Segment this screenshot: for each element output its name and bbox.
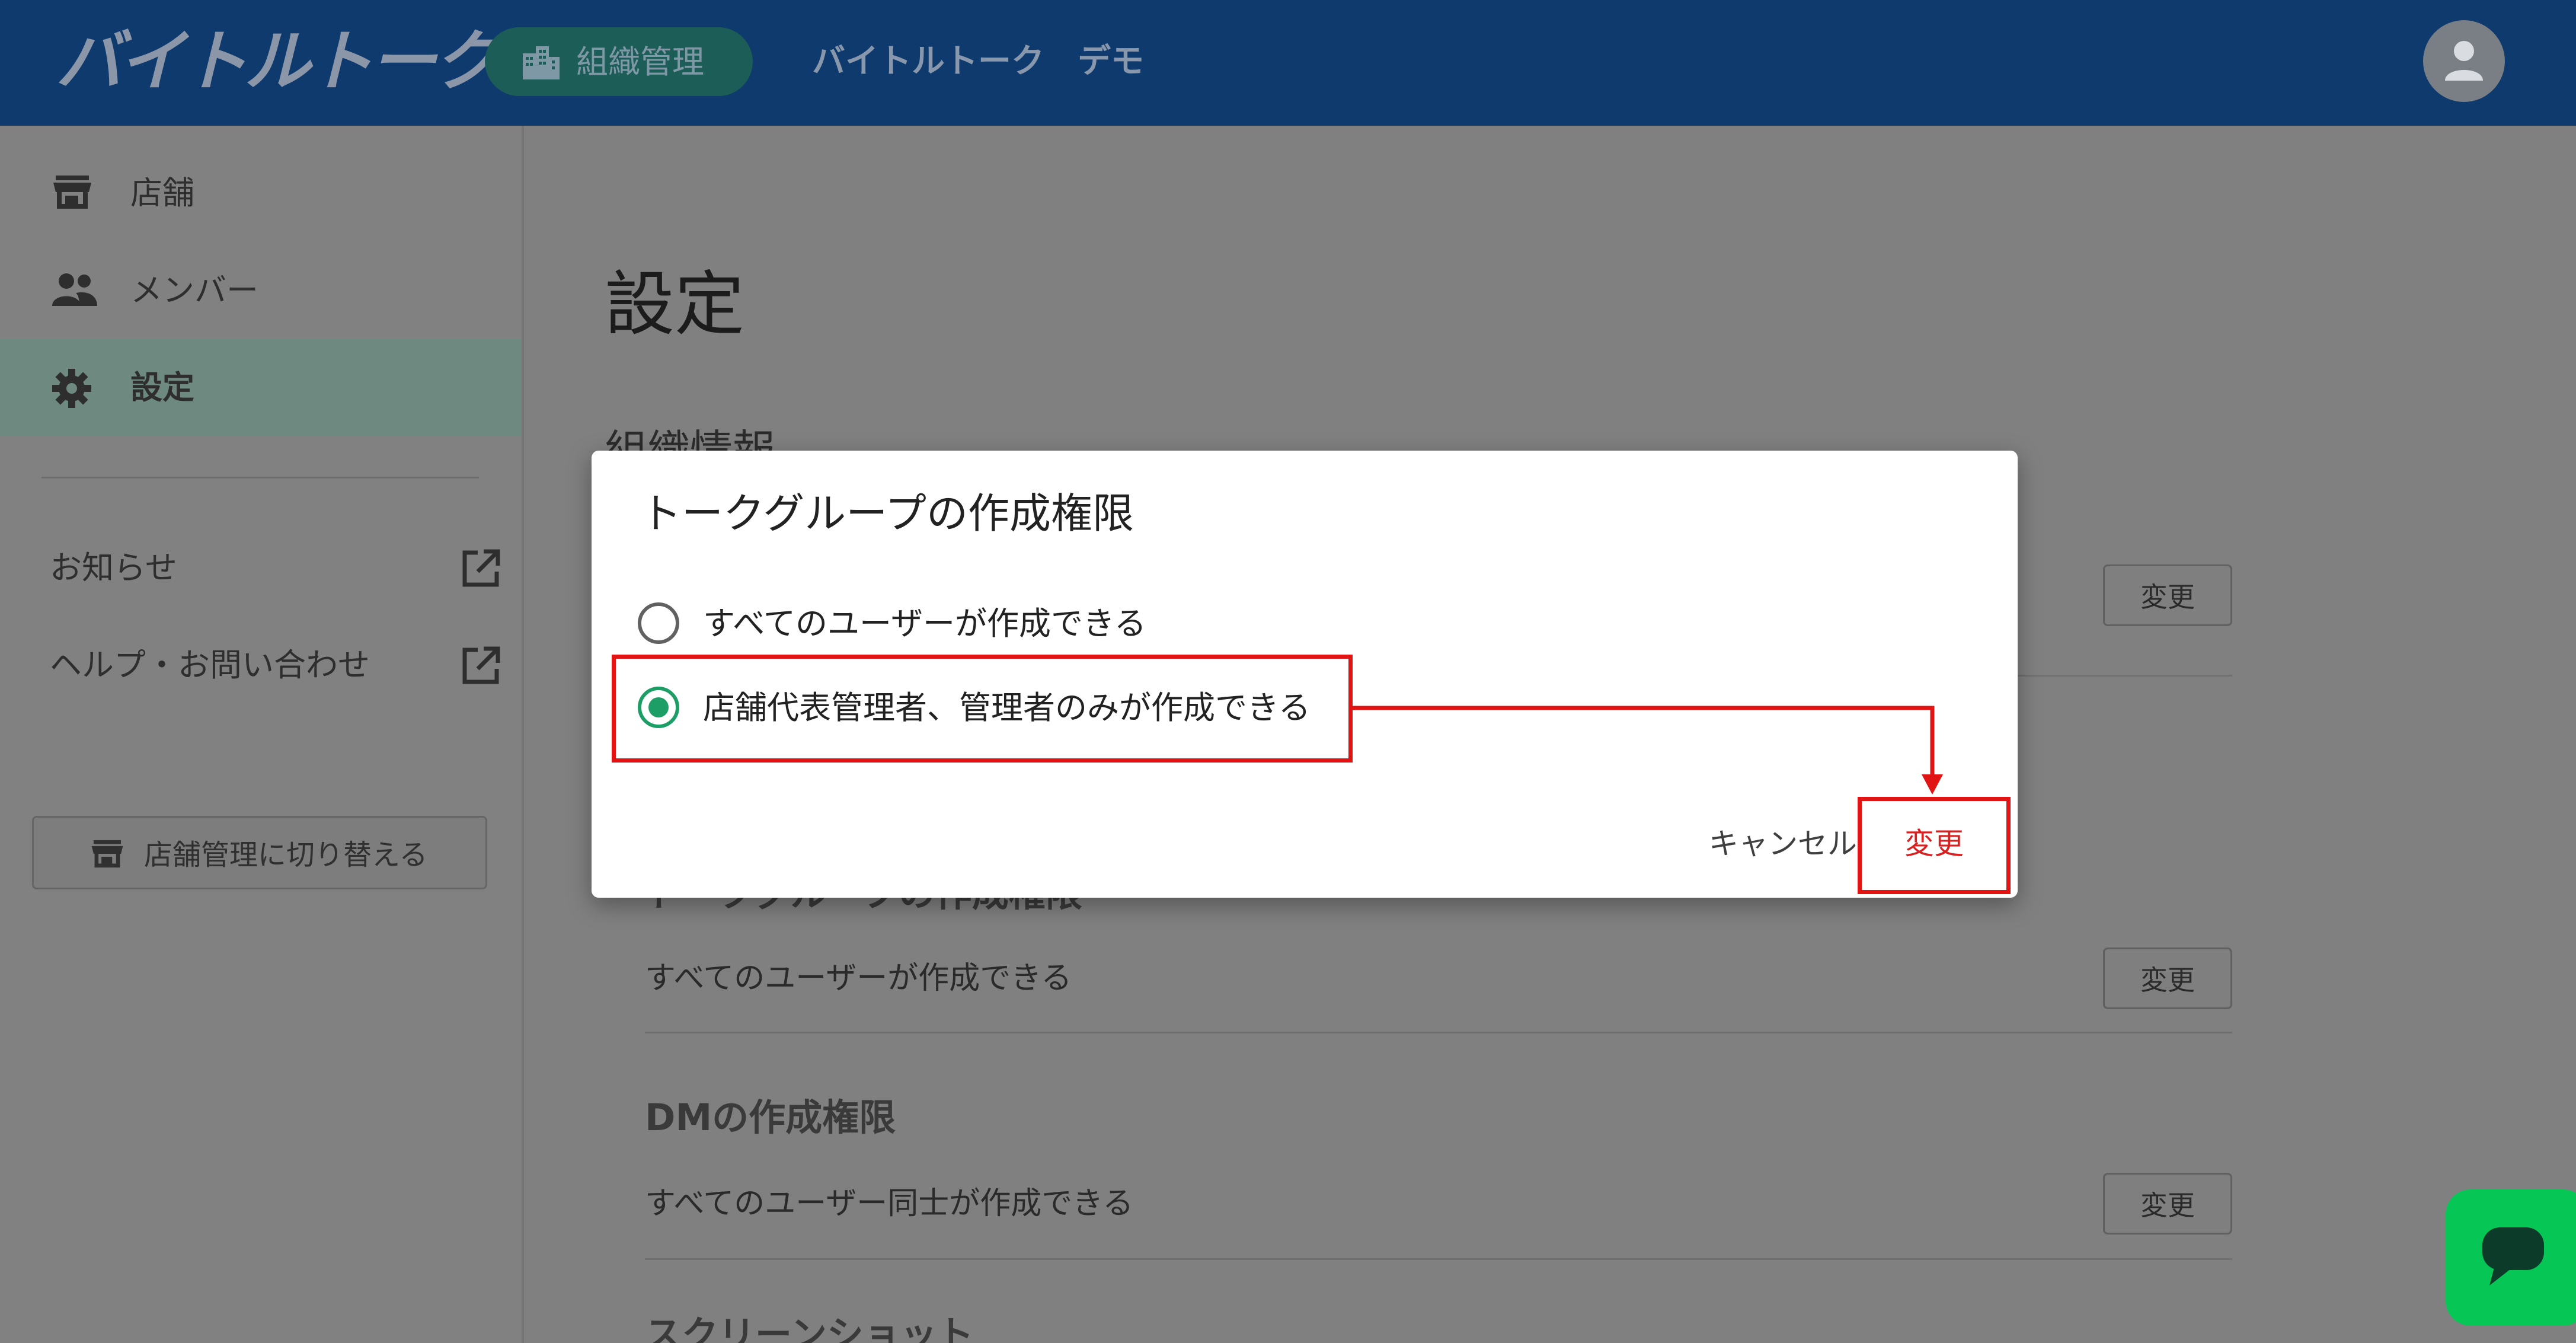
chat-bubble-icon [2482, 1227, 2544, 1285]
external-link-icon [462, 549, 500, 587]
external-link-icon [462, 646, 500, 684]
gear-icon [52, 369, 91, 408]
confirm-change-button[interactable]: 変更 [1866, 817, 2002, 870]
sidebar-item-stores[interactable]: 店舗 [0, 145, 522, 242]
org-name: バイトルトーク デモ [812, 42, 1144, 81]
talk-group-change-button[interactable]: 変更 [2103, 948, 2232, 1009]
permission-dialog: トークグループの作成権限 すべてのユーザーが作成できる 店舗代表管理者、管理者の… [592, 451, 2018, 898]
org-tab-label: 組織管理 [576, 43, 704, 81]
sidebar-link-label: お知らせ [50, 549, 177, 586]
section-divider [645, 1032, 2232, 1033]
sidebar-link-news[interactable]: お知らせ [50, 544, 500, 592]
dm-change-button[interactable]: 変更 [2103, 1173, 2232, 1234]
talk-group-permission-value: すべてのユーザーが作成できる [645, 961, 1072, 996]
section-divider [645, 1258, 2232, 1260]
chat-button[interactable] [2446, 1189, 2576, 1326]
sidebar-item-settings[interactable]: 設定 [0, 339, 522, 436]
sidebar: 店舗 メンバー 設定 お知らせ ヘルプ・お問い合わせ 店舗管理に切り替える [0, 126, 524, 1343]
cancel-button[interactable]: キャンセル [1682, 817, 1884, 870]
store-icon [53, 176, 91, 209]
dm-permission-value: すべてのユーザー同士が作成できる [645, 1186, 1134, 1221]
sidebar-item-label: 店舗 [130, 174, 194, 212]
page-title: 設定 [605, 263, 745, 345]
switch-button-label: 店舗管理に切り替える [144, 838, 428, 872]
building-icon [523, 46, 560, 79]
avatar[interactable] [2423, 20, 2505, 102]
sidebar-item-label: メンバー [130, 272, 258, 309]
sidebar-link-label: ヘルプ・お問い合わせ [50, 646, 370, 684]
screenshot-heading: スクリーンショット [645, 1313, 974, 1343]
user-icon [2445, 41, 2483, 81]
org-info-change-button[interactable]: 変更 [2103, 564, 2232, 626]
sidebar-item-members[interactable]: メンバー [0, 242, 522, 339]
sidebar-item-label: 設定 [130, 369, 194, 406]
people-icon [52, 273, 97, 306]
dm-permission-heading: DMの作成権限 [645, 1096, 896, 1139]
sidebar-link-help[interactable]: ヘルプ・お問い合わせ [50, 642, 500, 689]
app-header: バイトルトーク 組織管理 バイトルトーク デモ [0, 0, 2576, 126]
org-management-tab[interactable]: 組織管理 [485, 27, 753, 96]
switch-to-store-button[interactable]: 店舗管理に切り替える [32, 816, 487, 889]
app-logo[interactable]: バイトルトーク [56, 28, 499, 95]
sidebar-divider [41, 477, 479, 478]
store-icon [91, 840, 123, 868]
